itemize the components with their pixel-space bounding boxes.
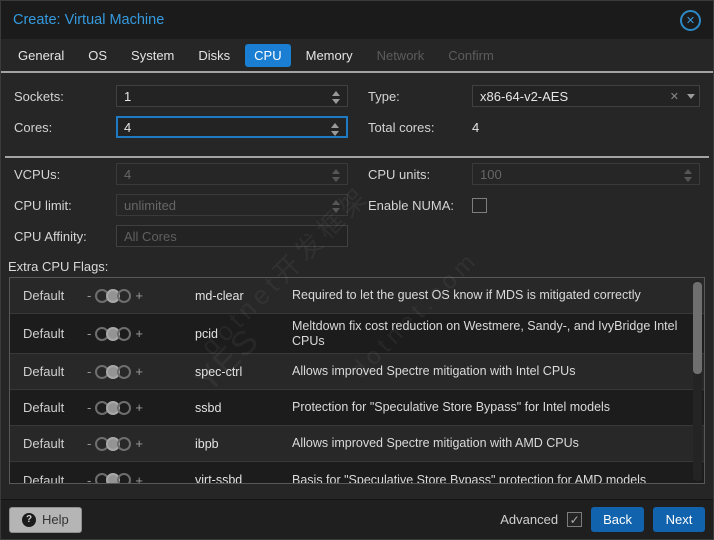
flag-tristate-slider[interactable]: - + <box>87 400 195 415</box>
cpu-limit-spinner <box>329 197 343 215</box>
flag-name: virt-ssbd <box>195 473 243 484</box>
spinner-up-icon <box>332 199 340 205</box>
flag-tristate-slider[interactable]: - + <box>87 288 195 303</box>
advanced-label: Advanced <box>500 512 559 527</box>
wizard-tabbar: General OS System Disks CPU Memory Netwo… <box>1 39 713 73</box>
create-vm-dialog: dotnet开发框架 dotnet.com YES Create: Virtua… <box>0 0 714 540</box>
cpu-basic-section: Sockets: 1 Type: x86-64-v2-AES ✕ Cores: … <box>1 85 713 138</box>
flag-state: Default <box>23 288 65 303</box>
type-label: Type: <box>368 88 400 104</box>
flag-row-virt-ssbd: Default - + virt-ssbd Basis for "Speculat… <box>10 462 704 484</box>
spinner-up-icon <box>684 168 692 174</box>
flag-name: pcid <box>195 326 218 341</box>
spinner-up-icon <box>332 168 340 174</box>
spinner-down-icon <box>332 207 340 213</box>
flag-state: Default <box>23 326 65 341</box>
flag-description: Allows improved Spectre mitigation with … <box>292 436 579 450</box>
total-cores-label: Total cores: <box>368 119 435 135</box>
spinner-down-icon <box>332 176 340 182</box>
flag-state: Default <box>23 400 65 415</box>
cpu-limit-input: unlimited <box>116 194 348 216</box>
sockets-label: Sockets: <box>14 88 64 104</box>
cpu-type-combobox[interactable]: x86-64-v2-AES ✕ <box>472 85 700 107</box>
flag-name: md-clear <box>195 288 244 303</box>
flag-description: Meltdown fix cost reduction on Westmere,… <box>292 318 678 348</box>
cpu-limit-label: CPU limit: <box>14 197 72 213</box>
tab-cpu[interactable]: CPU <box>245 43 291 67</box>
cpu-units-label: CPU units: <box>368 166 431 182</box>
flag-row-pcid: Default - + pcid Meltdown fix cost reduct… <box>10 314 704 354</box>
enable-numa-checkbox[interactable] <box>472 197 487 213</box>
clear-icon[interactable]: ✕ <box>670 90 679 103</box>
scrollbar-track[interactable] <box>693 280 702 481</box>
flag-tristate-slider[interactable]: - + <box>87 364 195 379</box>
cpu-units-spinner <box>681 166 695 184</box>
section-divider <box>5 156 709 158</box>
flag-name: ssbd <box>195 400 222 415</box>
close-icon[interactable]: ✕ <box>680 9 701 31</box>
spinner-down-icon[interactable] <box>332 98 340 104</box>
flag-row-ssbd: Default - + ssbd Protection for "Speculat… <box>10 390 704 426</box>
dialog-footer: ? Help Advanced ✓ Back Next <box>1 499 713 539</box>
flag-description: Basis for "Speculative Store Bypass" pro… <box>292 472 647 484</box>
vcpus-label: VCPUs: <box>14 166 61 182</box>
back-button[interactable]: Back <box>591 507 644 532</box>
cpu-units-input: 100 <box>472 163 700 185</box>
enable-numa-label: Enable NUMA: <box>368 197 454 213</box>
spinner-down-icon[interactable] <box>331 130 339 136</box>
sockets-spinner[interactable] <box>329 88 343 106</box>
tab-confirm: Confirm <box>448 47 494 63</box>
spinner-down-icon <box>684 176 692 182</box>
chevron-down-icon[interactable] <box>687 93 695 99</box>
cpu-affinity-input[interactable]: All Cores <box>116 225 348 247</box>
flag-description: Required to let the guest OS know if MDS… <box>292 288 641 302</box>
flag-state: Default <box>23 472 65 484</box>
flag-row-spec-ctrl: Default - + spec-ctrl Allows improved Spe… <box>10 354 704 390</box>
question-icon: ? <box>22 512 36 527</box>
vcpus-input: 4 <box>116 163 348 185</box>
cores-spinner[interactable] <box>328 120 342 138</box>
next-button[interactable]: Next <box>653 507 705 532</box>
flag-name: ibpb <box>195 436 219 451</box>
flag-state: Default <box>23 364 65 379</box>
total-cores-value: 4 <box>472 119 480 135</box>
dialog-titlebar: Create: Virtual Machine ✕ <box>1 1 713 39</box>
flag-row-md-clear: Default - + md-clear Required to let the … <box>10 278 704 314</box>
flag-tristate-slider[interactable]: - + <box>87 436 195 451</box>
tab-general[interactable]: General <box>9 44 73 67</box>
advanced-checkbox[interactable]: ✓ <box>567 512 583 527</box>
check-icon: ✓ <box>569 512 580 527</box>
flag-description: Protection for "Speculative Store Bypass… <box>292 400 611 414</box>
cores-input[interactable]: 4 <box>116 116 348 138</box>
vcpus-spinner <box>329 166 343 184</box>
cores-label: Cores: <box>14 119 53 135</box>
tab-os[interactable]: OS <box>79 44 116 67</box>
flag-row-ibpb: Default - + ibpb Allows improved Spectre … <box>10 426 704 462</box>
sockets-input[interactable]: 1 <box>116 85 348 107</box>
flag-name: spec-ctrl <box>195 364 243 379</box>
help-button[interactable]: ? Help <box>9 506 82 533</box>
flag-description: Allows improved Spectre mitigation with … <box>292 364 576 378</box>
dialog-title: Create: Virtual Machine <box>13 12 165 28</box>
scrollbar-thumb[interactable] <box>693 282 702 374</box>
cpu-flags-list: Default - + md-clear Required to let the … <box>9 277 705 484</box>
spinner-up-icon[interactable] <box>332 90 340 96</box>
tab-disks[interactable]: Disks <box>189 44 239 67</box>
flag-tristate-slider[interactable]: - + <box>87 473 195 483</box>
tab-network: Network <box>376 47 425 63</box>
spinner-up-icon[interactable] <box>331 122 339 128</box>
tab-system[interactable]: System <box>122 44 183 67</box>
flag-state: Default <box>23 436 65 451</box>
flag-tristate-slider[interactable]: - + <box>87 326 195 341</box>
tab-memory[interactable]: Memory <box>297 44 362 67</box>
cpu-affinity-label: CPU Affinity: <box>14 228 87 244</box>
extra-cpu-flags-label: Extra CPU Flags: <box>8 259 109 274</box>
cpu-advanced-section: VCPUs: 4 CPU units: 100 CPU limit: unlim… <box>1 163 713 247</box>
